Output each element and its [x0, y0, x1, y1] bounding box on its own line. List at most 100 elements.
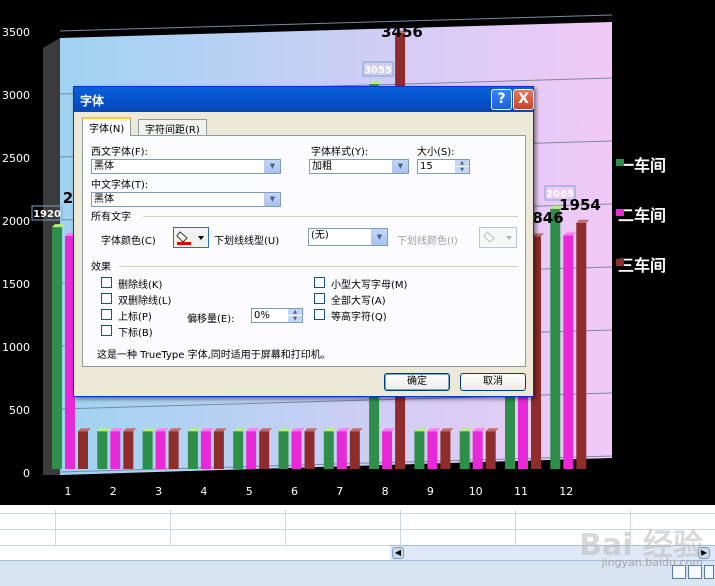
bar-三车间 — [485, 431, 496, 469]
x-tick-label: 7 — [336, 485, 343, 498]
bar-一车间 — [142, 431, 153, 469]
bar-三车间 — [576, 222, 587, 469]
font-tab-panel: 西文字体(F): 黑体 ▼ 中文字体(T): 黑体 ▼ 字体样式(Y): 加粗 … — [82, 135, 526, 367]
scroll-left-icon[interactable]: ◀ — [392, 547, 404, 559]
bar-一车间 — [187, 431, 198, 469]
font-style-value: 加粗 — [312, 161, 332, 172]
legend-swatch-2 — [616, 209, 624, 216]
chevron-down-icon: ▼ — [392, 160, 408, 173]
bar-二车间 — [336, 431, 347, 469]
small-caps-label: 小型大写字母(M) — [331, 280, 408, 291]
x-tick-label: 3 — [155, 485, 162, 498]
bar-三车间 — [123, 431, 134, 469]
y-tick-label: 3500 — [2, 26, 30, 39]
strikethrough-checkbox[interactable] — [101, 277, 112, 288]
paint-bucket-disabled-icon — [483, 231, 512, 243]
bar-一车间 — [550, 208, 561, 469]
tab-character-spacing[interactable]: 字符间距(R) — [138, 119, 207, 136]
bar-二车间 — [110, 431, 121, 469]
chevron-down-icon: ▼ — [264, 160, 280, 173]
offset-spinner[interactable]: 0% ▲ ▼ — [251, 308, 303, 323]
x-tick-label: 2 — [110, 485, 117, 498]
offset-label: 偏移量(E): — [187, 314, 235, 325]
page-break-icon[interactable] — [704, 565, 714, 579]
bar-三车间 — [78, 431, 88, 469]
spin-up-icon[interactable]: ▲ — [455, 160, 469, 166]
x-tick-label: 10 — [469, 485, 483, 498]
tab-font[interactable]: 字体(N) — [82, 117, 132, 136]
y-tick-label: 1000 — [2, 341, 30, 354]
font-color-button[interactable] — [173, 227, 209, 248]
western-font-value: 黑体 — [94, 161, 114, 172]
equalize-height-checkbox[interactable] — [314, 309, 325, 320]
strikethrough-label: 删除线(K) — [118, 280, 163, 291]
legend-series-1: 一车间 — [618, 156, 667, 175]
bar-二车间 — [472, 431, 483, 469]
font-size-label: 大小(S): — [417, 147, 455, 158]
font-color-label: 字体颜色(C) — [101, 236, 156, 247]
spin-up-icon[interactable]: ▲ — [288, 309, 302, 315]
bar-三车间 — [304, 431, 315, 469]
x-tick-label: 6 — [291, 485, 298, 498]
subscript-checkbox[interactable] — [101, 325, 112, 336]
bar-一车间 — [97, 431, 108, 469]
spin-down-icon[interactable]: ▼ — [288, 316, 302, 322]
ok-button[interactable]: 确定 — [384, 373, 450, 391]
bar-一车间 — [278, 431, 289, 469]
legend-series-3: 三车间 — [618, 256, 667, 275]
help-button[interactable]: ? — [491, 89, 512, 110]
font-style-label: 字体样式(Y): — [311, 147, 369, 158]
western-font-label: 西文字体(F): — [91, 147, 148, 158]
data-label: 3456 — [381, 23, 423, 41]
superscript-label: 上标(P) — [118, 312, 152, 323]
x-tick-label: 4 — [200, 485, 207, 498]
all-text-heading: 所有文字 — [91, 212, 131, 223]
bar-三车间 — [168, 431, 179, 469]
data-label: 846 — [532, 209, 563, 227]
x-tick-label: 8 — [382, 485, 389, 498]
y-tick-label: 2000 — [2, 215, 30, 228]
y-tick-label: 3000 — [2, 89, 30, 102]
bar-一车间 — [459, 431, 470, 469]
font-size-spinner[interactable]: 15 ▲ ▼ — [417, 159, 470, 174]
bar-二车间 — [200, 431, 211, 469]
watermark-url: jingyan.baidu.com — [601, 556, 703, 569]
small-caps-checkbox[interactable] — [314, 277, 325, 288]
bar-二车间 — [382, 431, 393, 469]
all-caps-checkbox[interactable] — [314, 293, 325, 304]
dialog-titlebar[interactable]: 字体 ? X — [74, 87, 534, 112]
spin-down-icon[interactable]: ▼ — [455, 167, 469, 173]
data-label: 2 — [63, 189, 73, 207]
bar-三车间 — [349, 431, 360, 469]
bar-一车间 — [323, 431, 334, 469]
underline-color-label: 下划线颜色(I) — [397, 236, 458, 247]
x-tick-label: 12 — [559, 485, 573, 498]
western-font-select[interactable]: 黑体 ▼ — [91, 159, 281, 174]
bar-二车间 — [246, 431, 257, 469]
superscript-checkbox[interactable] — [101, 309, 112, 320]
bar-二车间 — [427, 431, 438, 469]
font-info-note: 这是一种 TrueType 字体,同时适用于屏幕和打印机。 — [97, 350, 331, 361]
bar-三车间 — [440, 431, 451, 469]
cjk-font-select[interactable]: 黑体 ▼ — [91, 192, 281, 207]
all-text-divider — [143, 216, 518, 217]
data-label: 1920 — [33, 209, 61, 220]
cancel-button[interactable]: 取消 — [460, 373, 526, 391]
font-style-select[interactable]: 加粗 ▼ — [309, 159, 409, 174]
bar-一车间 — [414, 431, 425, 469]
legend-swatch-1 — [616, 159, 624, 166]
paint-bucket-icon — [176, 231, 204, 245]
y-tick-label: 2500 — [2, 152, 30, 165]
dialog-title: 字体 — [80, 94, 105, 108]
underline-type-select[interactable]: (无) ▼ — [308, 228, 388, 246]
excel-window: 0 500 1000 1500 2000 2500 3000 3500 1 2 3 4 5 6 7 8 9 10… — [0, 0, 715, 586]
underline-color-button[interactable] — [479, 227, 517, 248]
close-button[interactable]: X — [513, 89, 534, 110]
bar-三车间 — [213, 431, 224, 469]
double-strikethrough-checkbox[interactable] — [101, 293, 112, 304]
bar-二车间 — [155, 431, 166, 469]
chevron-down-icon: ▼ — [371, 229, 387, 245]
effects-heading: 效果 — [91, 262, 111, 273]
x-tick-label: 1 — [65, 485, 72, 498]
data-label: 3055 — [364, 65, 392, 76]
